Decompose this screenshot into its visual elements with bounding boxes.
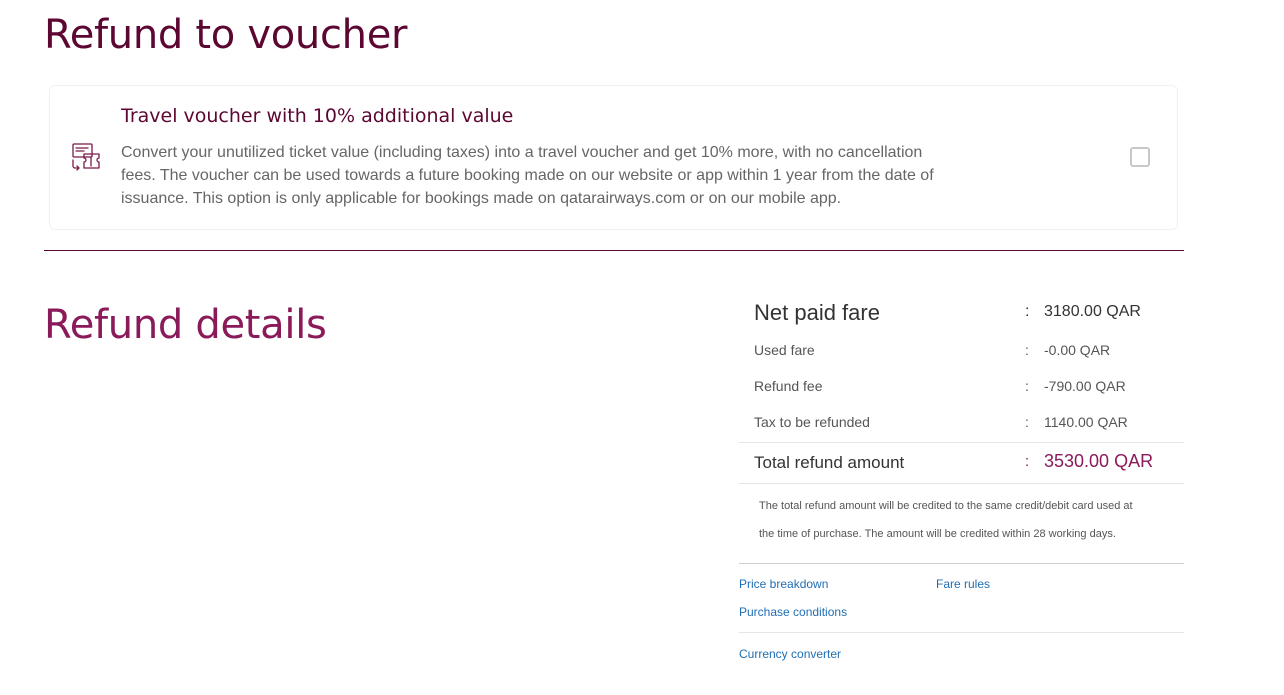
section-divider — [44, 250, 1184, 251]
links-divider — [739, 632, 1184, 633]
refund-fee-value: -790.00 QAR — [1044, 378, 1126, 394]
refund-details-heading: Refund details — [44, 302, 327, 348]
separator: : — [1025, 414, 1029, 430]
used-fare-value: -0.00 QAR — [1044, 342, 1111, 358]
tax-refunded-label: Tax to be refunded — [754, 414, 870, 430]
refund-note-line: The total refund amount will be credited… — [759, 500, 1133, 512]
total-refund-label: Total refund amount — [754, 453, 905, 472]
purchase-conditions-link[interactable]: Purchase conditions — [739, 605, 847, 619]
refund-note-line: the time of purchase. The amount will be… — [759, 528, 1116, 540]
refund-note: The total refund amount will be credited… — [759, 492, 1159, 548]
voucher-checkbox[interactable] — [1130, 147, 1150, 167]
summary-divider — [739, 442, 1184, 443]
price-breakdown-link[interactable]: Price breakdown — [739, 577, 828, 591]
separator: : — [1025, 303, 1030, 320]
refund-page: Refund to voucher Travel voucher with 10… — [0, 0, 1284, 695]
currency-converter-link[interactable]: Currency converter — [739, 647, 841, 661]
summary-divider — [739, 483, 1184, 484]
voucher-option-card[interactable]: Travel voucher with 10% additional value… — [49, 85, 1178, 230]
voucher-description: Convert your unutilized ticket value (in… — [121, 144, 934, 207]
used-fare-label: Used fare — [754, 342, 815, 358]
voucher-title: Travel voucher with 10% additional value — [121, 105, 514, 127]
tax-refunded-value: 1140.00 QAR — [1044, 414, 1128, 430]
separator: : — [1025, 342, 1029, 358]
net-paid-fare-label: Net paid fare — [754, 300, 880, 325]
net-paid-fare-value: 3180.00 QAR — [1044, 303, 1141, 320]
separator: : — [1025, 378, 1029, 394]
refund-to-voucher-heading: Refund to voucher — [44, 12, 408, 58]
separator: : — [1025, 453, 1030, 470]
refund-fee-label: Refund fee — [754, 378, 823, 394]
links-divider — [739, 563, 1184, 564]
voucher-ticket-icon — [70, 141, 102, 173]
fare-rules-link[interactable]: Fare rules — [936, 577, 990, 591]
total-refund-value: 3530.00 QAR — [1044, 451, 1154, 471]
